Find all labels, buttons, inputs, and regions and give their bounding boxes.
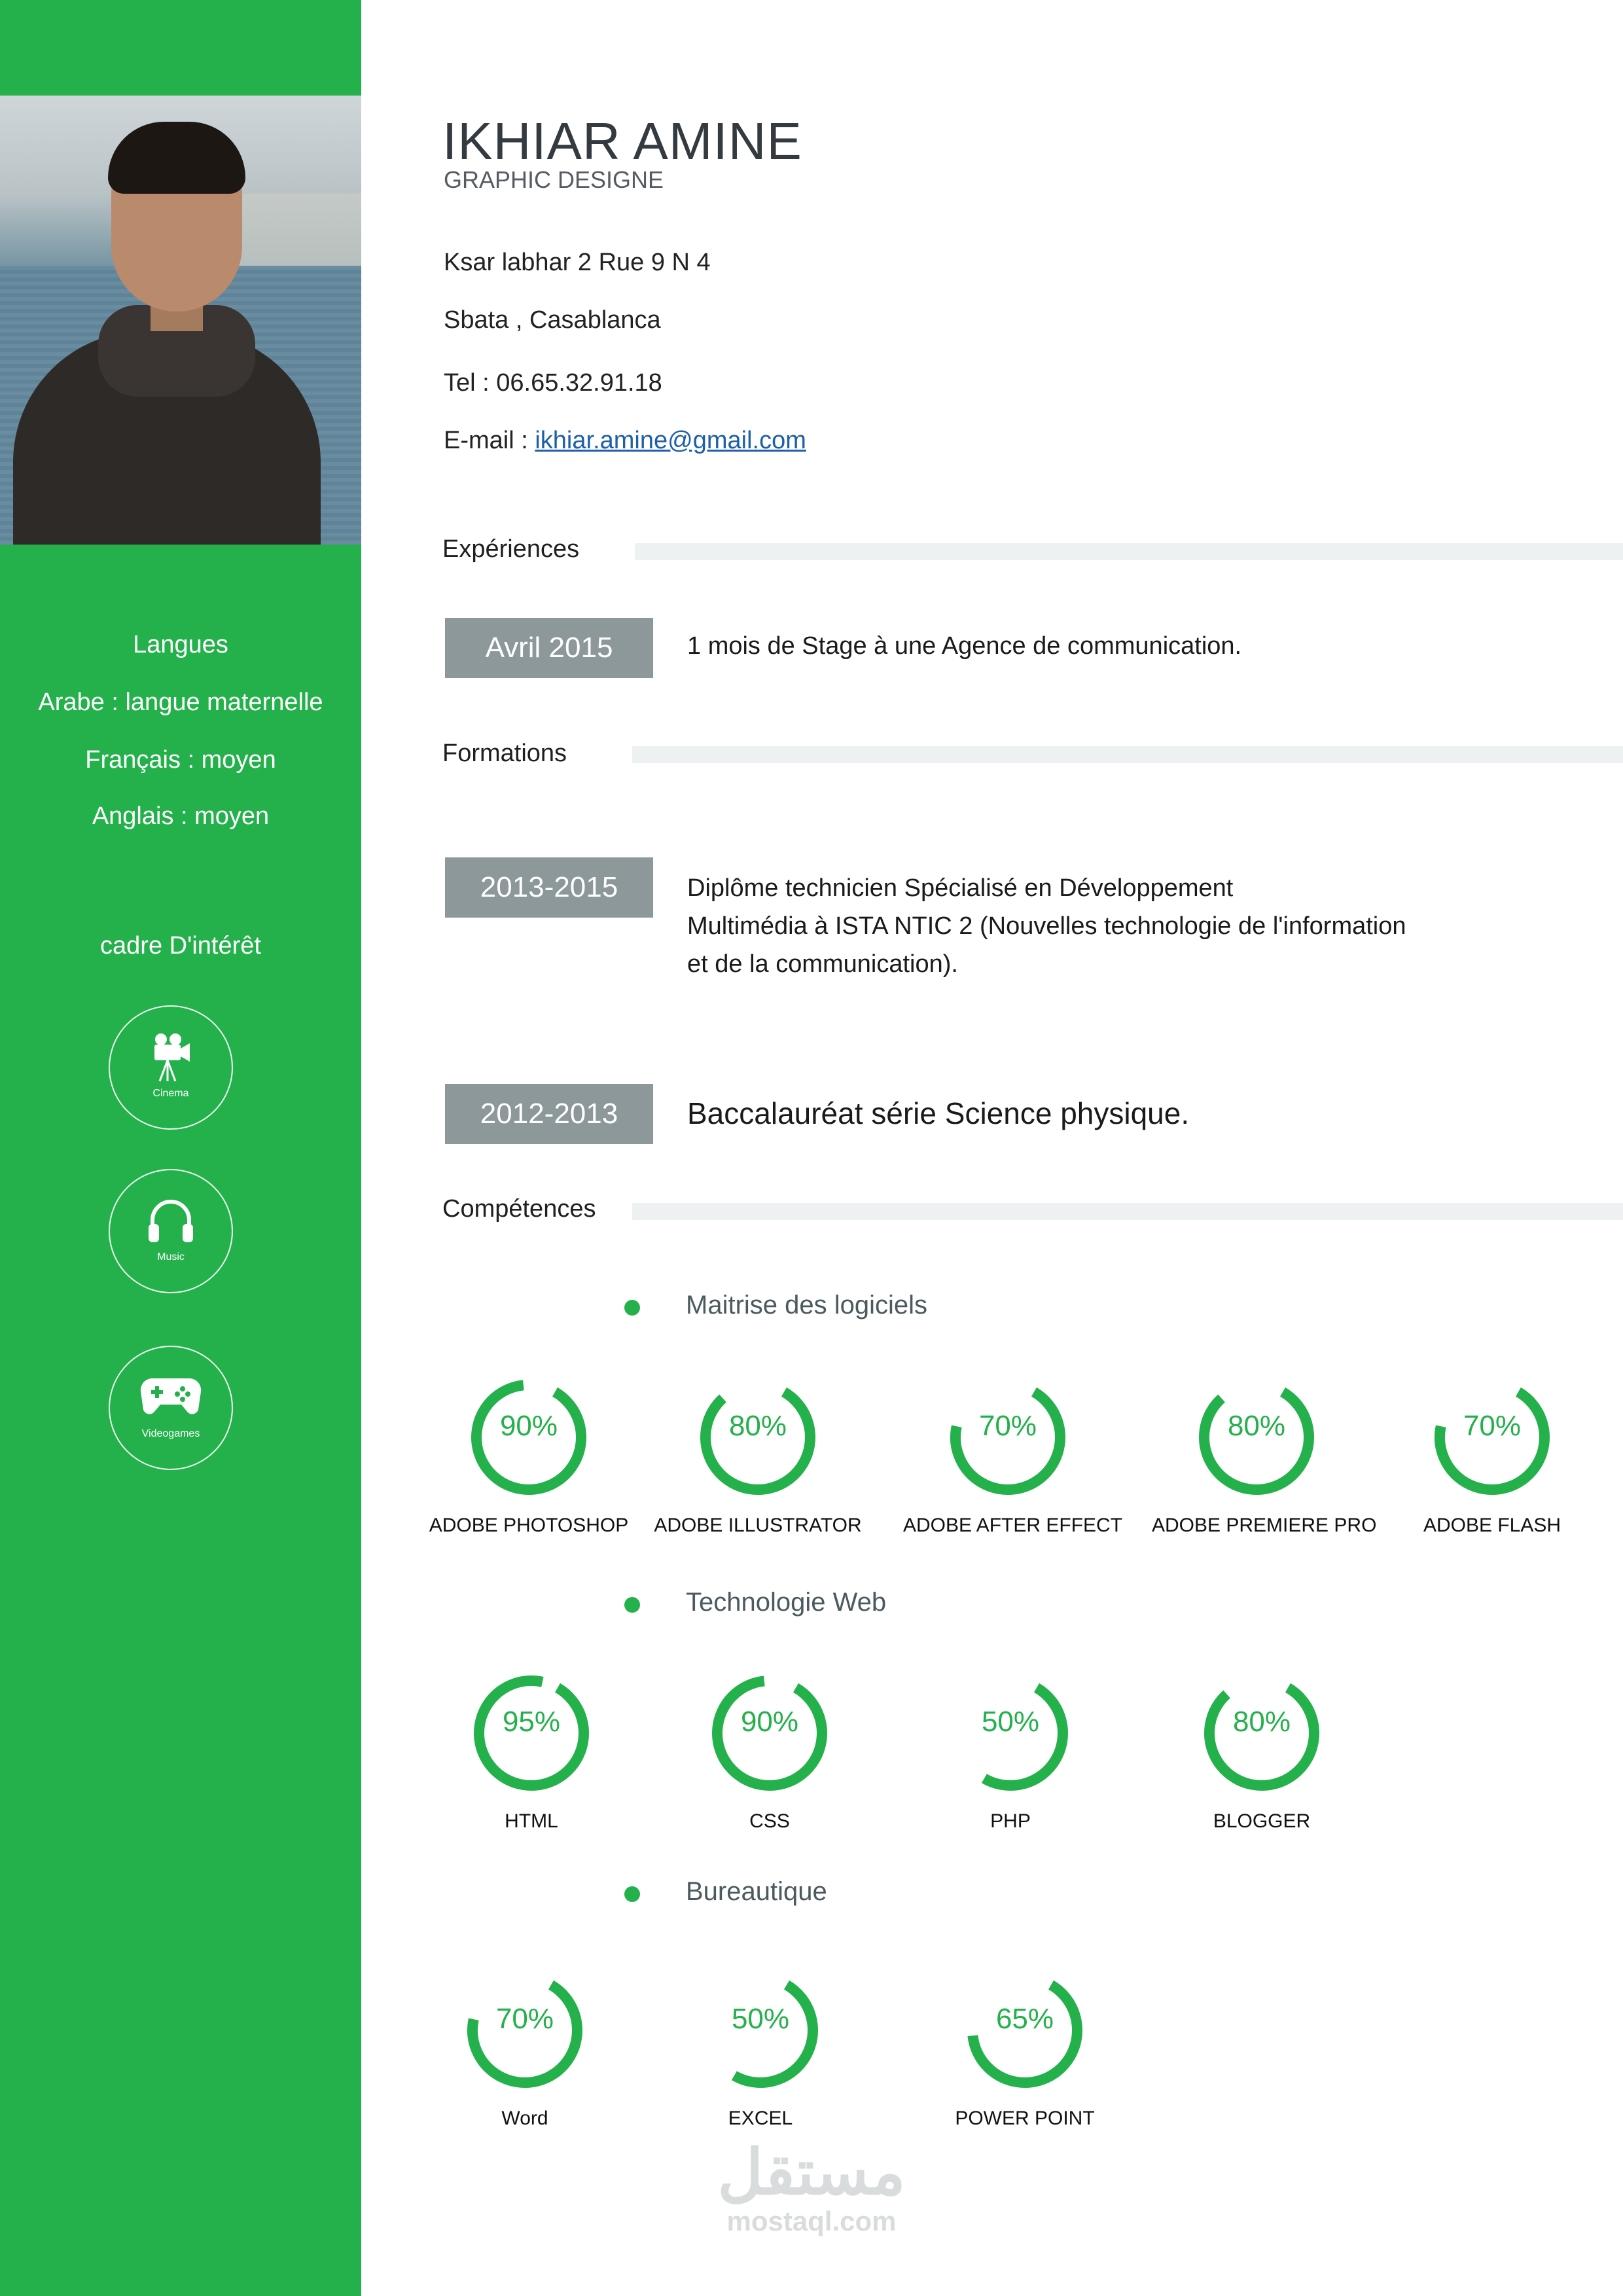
formation-date: 2012-2013 — [445, 1084, 653, 1144]
interests-title: cadre D'intérêt — [100, 932, 261, 960]
skill-name: Word — [501, 2108, 548, 2129]
skill-item: 50% EXCEL — [656, 1967, 865, 2130]
experience-text: 1 mois de Stage à une Agence de communic… — [687, 632, 1242, 660]
interest-cinema: Cinema — [109, 1005, 233, 1130]
watermark-arabic: مستقل — [717, 2138, 906, 2208]
skill-name: HTML — [505, 1810, 558, 1832]
address-line-2: Sbata , Casablanca — [444, 306, 661, 334]
skill-item: 90% ADOBE PHOTOSHOP — [424, 1374, 633, 1537]
skill-category-title: Bureautique — [686, 1877, 827, 1906]
interest-music: Music — [109, 1169, 233, 1293]
skill-item: 70% ADOBE FLASH — [1387, 1374, 1597, 1537]
skill-percent: 70% — [1463, 1410, 1522, 1442]
watermark: مستقل mostaql.com — [707, 2140, 916, 2237]
skill-name: EXCEL — [728, 2108, 793, 2129]
language-english: Anglais : moyen — [92, 802, 270, 830]
skill-item: 80% ADOBE PREMIERE PRO — [1152, 1374, 1377, 1537]
skill-item: 70% ADOBE AFTER EFFECT — [903, 1374, 1123, 1537]
movie-camera-icon — [154, 1033, 190, 1082]
category-bullet — [624, 1300, 640, 1316]
category-bullet — [624, 1597, 640, 1613]
section-title-experiences: Expériences — [442, 535, 580, 563]
skill-category-title: Technologie Web — [686, 1588, 887, 1617]
email-prefix: E-mail : — [444, 427, 535, 454]
category-bullet — [624, 1886, 640, 1902]
language-arabic: Arabe : langue maternelle — [38, 689, 323, 716]
skill-percent: 50% — [731, 2003, 790, 2035]
interest-label-videogames: Videogames — [141, 1428, 200, 1439]
languages-title: Langues — [133, 631, 228, 658]
skill-item: 65% POWER POINT — [920, 1967, 1130, 2130]
skill-name: ADOBE PHOTOSHOP — [429, 1515, 629, 1536]
interest-label-cinema: Cinema — [152, 1088, 189, 1099]
language-french: Français : moyen — [85, 746, 276, 774]
email-link[interactable]: ikhiar.amine@gmail.com — [535, 427, 806, 454]
skill-name: POWER POINT — [955, 2108, 1095, 2129]
address-line-1: Ksar labhar 2 Rue 9 N 4 — [444, 249, 711, 276]
formation-text: Baccalauréat série Science physique. — [687, 1096, 1190, 1130]
email-row: E-mail : ikhiar.amine@gmail.com — [444, 427, 806, 455]
skill-item: 95% HTML — [427, 1670, 636, 1833]
profile-photo — [0, 96, 361, 545]
skill-name: ADOBE FLASH — [1423, 1515, 1561, 1536]
interest-videogames: Videogames — [109, 1346, 233, 1470]
section-divider — [632, 746, 1623, 763]
skill-percent: 80% — [1232, 1706, 1291, 1738]
skill-name: ADOBE AFTER EFFECT — [903, 1515, 1123, 1536]
formation-text: Diplôme technicien Spécialisé en Dévelop… — [687, 869, 1406, 983]
watermark-latin: mostaql.com — [726, 2206, 897, 2236]
skill-percent: 50% — [981, 1706, 1040, 1738]
interest-label-music: Music — [157, 1251, 185, 1263]
candidate-title: GRAPHIC DESIGNE — [444, 166, 664, 193]
skill-percent: 90% — [499, 1410, 558, 1442]
experience-date: Avril 2015 — [445, 618, 653, 678]
skill-percent: 70% — [978, 1410, 1037, 1442]
formation-date: 2013-2015 — [445, 857, 653, 918]
section-divider — [635, 543, 1623, 560]
skill-item: 90% CSS — [665, 1670, 874, 1833]
skill-percent: 95% — [502, 1706, 561, 1738]
skill-name: CSS — [749, 1810, 790, 1832]
section-divider — [632, 1203, 1623, 1220]
skill-percent: 90% — [740, 1706, 799, 1738]
skill-percent: 70% — [495, 2003, 554, 2035]
skill-percent: 80% — [728, 1410, 787, 1442]
section-title-formations: Formations — [442, 740, 567, 767]
skill-item: 70% Word — [420, 1967, 630, 2130]
skill-item: 50% PHP — [906, 1670, 1115, 1833]
skill-item: 80% ADOBE ILLUSTRATOR — [653, 1374, 863, 1537]
phone: Tel : 06.65.32.91.18 — [444, 369, 662, 397]
formation-line: Multimédia à ISTA NTIC 2 (Nouvelles tech… — [687, 912, 1406, 940]
skill-item: 80% BLOGGER — [1157, 1670, 1366, 1833]
skill-name: BLOGGER — [1213, 1810, 1311, 1832]
gamepad-icon — [140, 1378, 202, 1414]
section-title-competences: Compétences — [442, 1195, 596, 1223]
skill-name: ADOBE ILLUSTRATOR — [654, 1515, 862, 1536]
candidate-name: IKHIAR AMINE — [442, 112, 802, 170]
headphones-icon — [149, 1200, 193, 1242]
skill-name: PHP — [990, 1810, 1031, 1832]
skill-percent: 80% — [1227, 1410, 1286, 1442]
formation-line: Diplôme technicien Spécialisé en Dévelop… — [687, 874, 1234, 902]
skill-name: ADOBE PREMIERE PRO — [1152, 1515, 1377, 1536]
skill-percent: 65% — [995, 2003, 1054, 2035]
skill-category-title: Maitrise des logiciels — [686, 1291, 928, 1319]
formation-line: et de la communication). — [687, 950, 958, 978]
sidebar: Langues Arabe : langue maternelle França… — [0, 0, 361, 2296]
